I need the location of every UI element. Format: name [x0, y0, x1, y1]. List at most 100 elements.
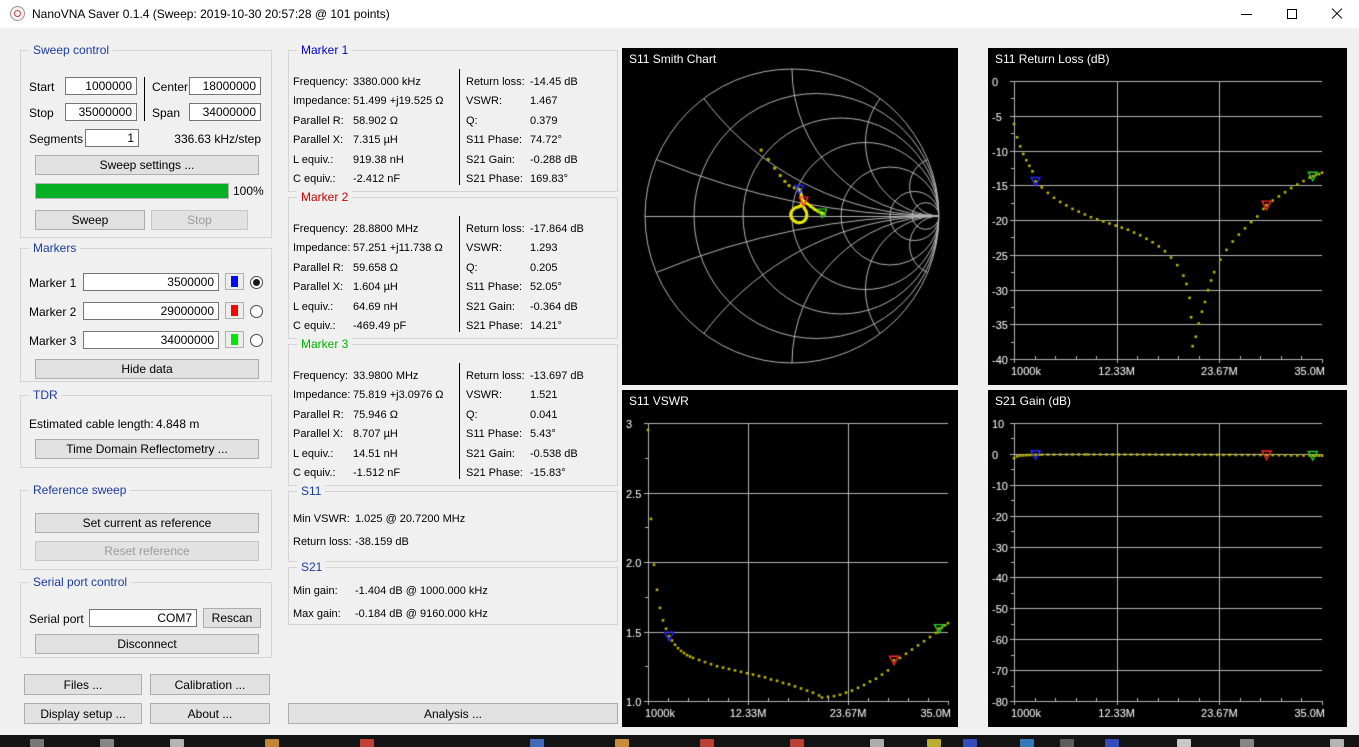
- taskbar-icon-13[interactable]: [1020, 739, 1034, 747]
- calibration-button[interactable]: Calibration ...: [150, 674, 270, 695]
- data-row-value: 1.467: [530, 95, 558, 108]
- marker3-frequency-input[interactable]: 34000000: [83, 331, 219, 349]
- stop-input[interactable]: 35000000: [65, 103, 137, 121]
- segments-input[interactable]: 1: [85, 129, 139, 147]
- maximize-icon: [1286, 9, 1297, 19]
- data-row-value: 0.041: [530, 408, 558, 421]
- taskbar-icon-18[interactable]: [1330, 739, 1344, 747]
- set-reference-button[interactable]: Set current as reference: [35, 513, 259, 533]
- taskbar-icon-11[interactable]: [927, 739, 941, 747]
- data-row: S11 Phase: 74.72°: [466, 131, 614, 150]
- center-input[interactable]: 18000000: [189, 77, 261, 95]
- taskbar-icon-12[interactable]: [963, 739, 977, 747]
- cable-length-label: Estimated cable length:: [29, 417, 154, 431]
- data-row-value: 75.819 +j3.0976 Ω: [353, 389, 444, 402]
- data-row-label: C equiv.:: [293, 466, 336, 479]
- s11-summary-title: S11: [297, 484, 326, 499]
- data-row-label: C equiv.:: [293, 319, 336, 332]
- taskbar-icon-4[interactable]: [265, 739, 279, 747]
- data-row: Parallel R: 59.658 Ω: [293, 259, 455, 278]
- vswr-chart-panel[interactable]: S11 VSWR: [622, 390, 958, 727]
- data-row-value: -1.404 dB @ 1000.000 kHz: [355, 585, 488, 597]
- tdr-button[interactable]: Time Domain Reflectometry ...: [35, 439, 259, 459]
- serial-port-input[interactable]: COM7: [89, 609, 197, 627]
- span-input[interactable]: 34000000: [189, 103, 261, 121]
- data-row-label: Min gain:: [293, 585, 338, 597]
- marker2-frequency-input[interactable]: 29000000: [83, 302, 219, 320]
- sweep-progress-bar: [35, 183, 229, 199]
- smith-chart-canvas[interactable]: [622, 48, 958, 385]
- taskbar-icon-2[interactable]: [100, 739, 114, 747]
- data-row: Min VSWR: 1.025 @ 20.7200 MHz: [293, 508, 613, 531]
- taskbar-icon-15[interactable]: [1105, 739, 1119, 747]
- taskbar-icon-16[interactable]: [1177, 739, 1191, 747]
- taskbar-icon-3[interactable]: [170, 739, 184, 747]
- reference-sweep-group: Reference sweep Set current as reference…: [20, 483, 272, 570]
- close-button[interactable]: [1314, 0, 1359, 28]
- smith-chart-panel[interactable]: S11 Smith Chart: [622, 48, 958, 385]
- data-row-label: VSWR:: [466, 95, 503, 108]
- data-row-label: S11 Phase:: [466, 281, 523, 294]
- hide-data-button[interactable]: Hide data: [35, 359, 259, 379]
- data-row-value: 1.604 µH: [353, 281, 398, 294]
- data-row: Frequency: 3380.000 kHz: [293, 73, 455, 92]
- data-row-label: Parallel X:: [293, 428, 344, 441]
- vswr-chart-canvas[interactable]: [622, 390, 958, 727]
- data-row-label: L equiv.:: [293, 300, 334, 313]
- data-row-value: -38.159 dB: [355, 536, 409, 548]
- marker1-frequency-input[interactable]: 3500000: [83, 273, 219, 291]
- close-icon: [1331, 8, 1343, 20]
- display-setup-button[interactable]: Display setup ...: [24, 703, 142, 724]
- taskbar-icon-10[interactable]: [870, 739, 884, 747]
- markers-title: Markers: [29, 241, 81, 256]
- marker2-radio[interactable]: [250, 305, 263, 318]
- return-loss-chart-panel[interactable]: S11 Return Loss (dB): [988, 48, 1347, 385]
- taskbar-icon-14[interactable]: [1060, 739, 1074, 747]
- start-input[interactable]: 1000000: [65, 77, 137, 95]
- marker3-radio[interactable]: [250, 334, 263, 347]
- sweep-settings-button[interactable]: Sweep settings ...: [35, 155, 259, 175]
- s21-summary-rows: Min gain: -1.404 dB @ 1000.000 kHz Max gai…: [293, 580, 613, 626]
- disconnect-button[interactable]: Disconnect: [35, 634, 259, 654]
- marker3-left-column: Frequency: 33.9800 MHz Impedance: 75.819 +j…: [293, 367, 455, 483]
- data-row: Impedance: 51.499 +j19.525 Ω: [293, 92, 455, 111]
- data-row: S21 Gain: -0.288 dB: [466, 151, 614, 170]
- s21-gain-chart-panel[interactable]: S21 Gain (dB): [988, 390, 1347, 727]
- s21-gain-chart-canvas[interactable]: [988, 390, 1347, 727]
- marker3-color-swatch[interactable]: [225, 331, 244, 348]
- taskbar-icon-17[interactable]: [1240, 739, 1254, 747]
- taskbar-icon-9[interactable]: [790, 739, 804, 747]
- marker1-radio[interactable]: [250, 276, 263, 289]
- data-row-value: 74.72°: [530, 134, 562, 147]
- marker2-color-swatch[interactable]: [225, 302, 244, 319]
- data-row-label: Return loss:: [293, 536, 352, 548]
- taskbar-icon-7[interactable]: [615, 739, 629, 747]
- marker1-color-swatch[interactable]: [225, 273, 244, 290]
- return-loss-chart-canvas[interactable]: [988, 48, 1347, 385]
- taskbar-icon-5[interactable]: [360, 739, 374, 747]
- data-row-label: Impedance:: [293, 389, 351, 402]
- data-row: Return loss: -17.864 dB: [466, 220, 614, 239]
- data-row-label: Return loss:: [466, 223, 525, 235]
- data-row: VSWR: 1.293: [466, 239, 614, 258]
- taskbar-icon-1[interactable]: [30, 739, 44, 747]
- analysis-button[interactable]: Analysis ...: [288, 703, 618, 724]
- data-row-label: Parallel R:: [293, 408, 344, 421]
- span-label: Span: [152, 106, 181, 120]
- stop-button[interactable]: Stop: [151, 210, 248, 230]
- rescan-button[interactable]: Rescan: [203, 608, 261, 628]
- minimize-button[interactable]: [1224, 0, 1269, 28]
- taskbar[interactable]: [0, 735, 1359, 747]
- taskbar-icon-6[interactable]: [530, 739, 544, 747]
- maximize-button[interactable]: [1269, 0, 1314, 28]
- reset-reference-button[interactable]: Reset reference: [35, 541, 259, 561]
- files-button[interactable]: Files ...: [24, 674, 142, 695]
- data-row-label: L equiv.:: [293, 153, 334, 166]
- about-button[interactable]: About ...: [150, 703, 270, 724]
- s21-summary-title: S21: [297, 560, 327, 575]
- data-row-label: L equiv.:: [293, 447, 334, 460]
- data-row-value: 0.205: [530, 261, 558, 274]
- data-row-label: VSWR:: [466, 389, 503, 402]
- taskbar-icon-8[interactable]: [700, 739, 714, 747]
- sweep-button[interactable]: Sweep: [35, 210, 145, 230]
